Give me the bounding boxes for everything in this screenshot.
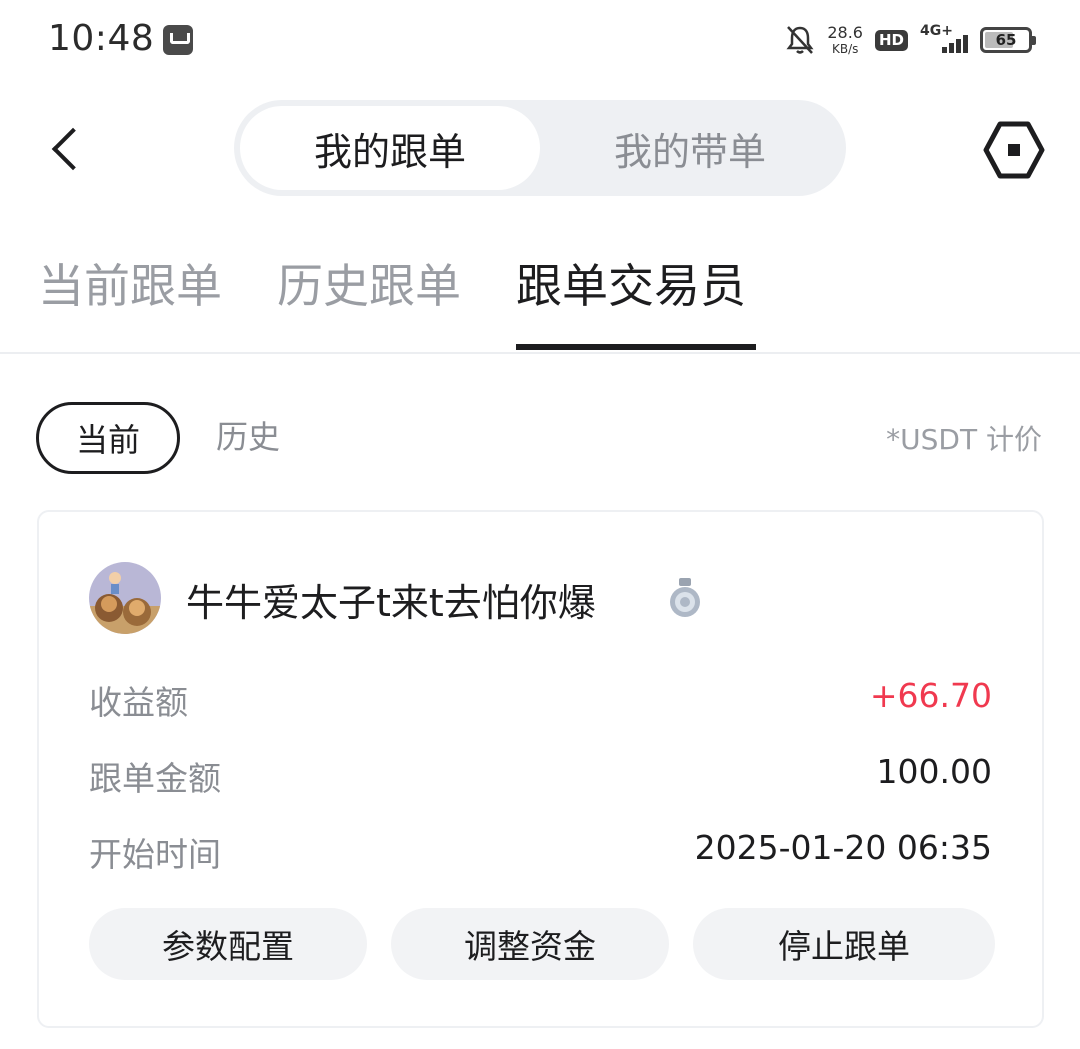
avatar[interactable]: [89, 562, 161, 634]
status-time: 10:48: [48, 18, 155, 59]
filter-history[interactable]: 历史: [216, 412, 280, 458]
trader-name[interactable]: 牛牛爱太子t来t去怕你爆: [186, 572, 596, 627]
adjust-funds-button[interactable]: 调整资金: [391, 908, 669, 980]
copy-amount-value: 100.00: [876, 752, 992, 791]
network-speed: 28.6 KB/s: [827, 23, 863, 56]
stop-copy-button[interactable]: 停止跟单: [693, 908, 995, 980]
battery-icon: 65: [980, 27, 1036, 53]
primary-tabs: 当前跟单 历史跟单 跟单交易员: [0, 240, 1080, 354]
start-time-label: 开始时间: [89, 835, 221, 874]
status-bar: 10:48 28.6 KB/s HD 4G+ 65: [0, 0, 1080, 80]
active-tab-indicator: [516, 344, 756, 350]
status-icons: 28.6 KB/s HD 4G+ 65: [785, 20, 1036, 60]
signal-icon: 4G+: [920, 23, 968, 57]
network-speed-value: 28.6: [827, 23, 863, 42]
profit-value: +66.70: [869, 676, 992, 715]
segment-my-copy-orders[interactable]: 我的跟单: [240, 106, 540, 190]
hexagon-settings-icon[interactable]: [980, 118, 1048, 182]
mail-icon: [163, 25, 193, 55]
trader-card: 牛牛爱太子t来t去怕你爆 收益额 +66.70 跟单金额 100.00 开始时间…: [37, 510, 1044, 1028]
currency-note: *USDT 计价: [886, 423, 1042, 456]
segment-my-lead-orders[interactable]: 我的带单: [540, 106, 840, 190]
tab-history-copy[interactable]: 历史跟单: [277, 250, 461, 316]
tab-current-copy[interactable]: 当前跟单: [38, 250, 222, 316]
parameter-config-button[interactable]: 参数配置: [89, 908, 367, 980]
mute-bell-icon: [786, 26, 814, 54]
back-button[interactable]: [40, 118, 100, 182]
medal-icon: [670, 578, 700, 617]
start-time-value: 2025-01-20 06:35: [694, 828, 992, 867]
hd-badge: HD: [874, 29, 908, 51]
copy-amount-label: 跟单金额: [89, 759, 221, 798]
tab-copy-traders[interactable]: 跟单交易员: [516, 250, 746, 316]
profit-label: 收益额: [89, 683, 188, 722]
filter-current-pill[interactable]: 当前: [36, 402, 180, 474]
battery-level: 65: [995, 31, 1017, 49]
network-speed-unit: KB/s: [831, 42, 859, 56]
segment-control: 我的跟单 我的带单: [234, 100, 846, 196]
